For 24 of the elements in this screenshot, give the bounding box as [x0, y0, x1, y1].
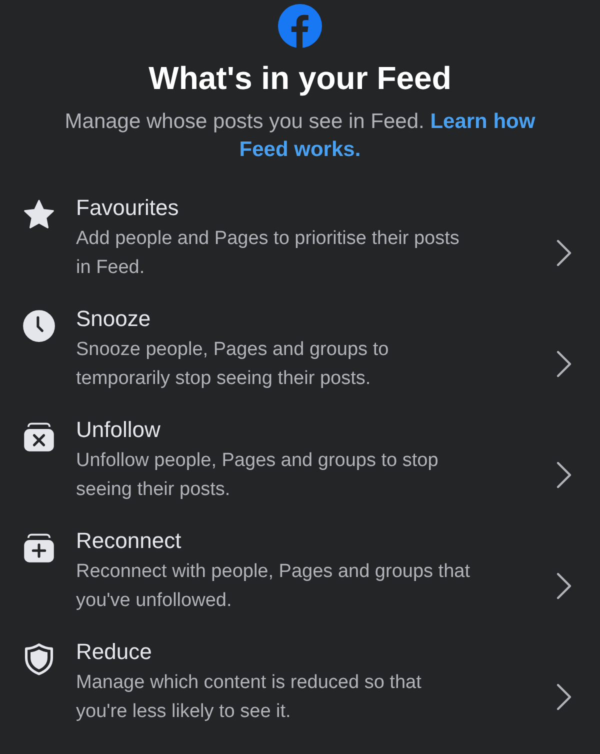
unfollow-icon [22, 420, 56, 454]
option-description: Unfollow people, Pages and groups to stop seeing their posts. [76, 449, 440, 502]
option-description: Add people and Pages to prioritise their posts in Feed. [76, 227, 460, 280]
chevron-right-icon[interactable] [556, 238, 572, 266]
option-description: Reconnect with people, Pages and groups that you've unfollowed. [76, 560, 471, 613]
learn-more-link[interactable]: Feed works. [239, 138, 361, 161]
chevron-right-icon[interactable] [556, 460, 572, 488]
chevron-right-icon[interactable] [556, 682, 572, 710]
clock-icon [22, 309, 56, 343]
subtitle: Manage whose posts you see in Feed. [64, 110, 424, 133]
chevron-right-icon[interactable] [556, 350, 572, 378]
shield-icon [22, 642, 56, 676]
option-title[interactable]: Reconnect [76, 527, 182, 555]
page-title: What's in your Feed [148, 59, 452, 98]
option-title[interactable]: Unfollow [76, 416, 160, 444]
option-description: Manage which content is reduced so that you're less likely to see it. [76, 671, 422, 724]
learn-more-link[interactable]: Learn how [430, 110, 536, 133]
option-title[interactable]: Snooze [76, 305, 151, 333]
option-title[interactable]: Favourites [76, 194, 179, 222]
option-description: Snooze people, Pages and groups to temporarily stop seeing their posts. [76, 338, 390, 391]
option-title[interactable]: Reduce [76, 638, 152, 666]
logo-icon [278, 4, 322, 48]
chevron-right-icon[interactable] [556, 572, 572, 600]
reconnect-icon [22, 531, 56, 565]
